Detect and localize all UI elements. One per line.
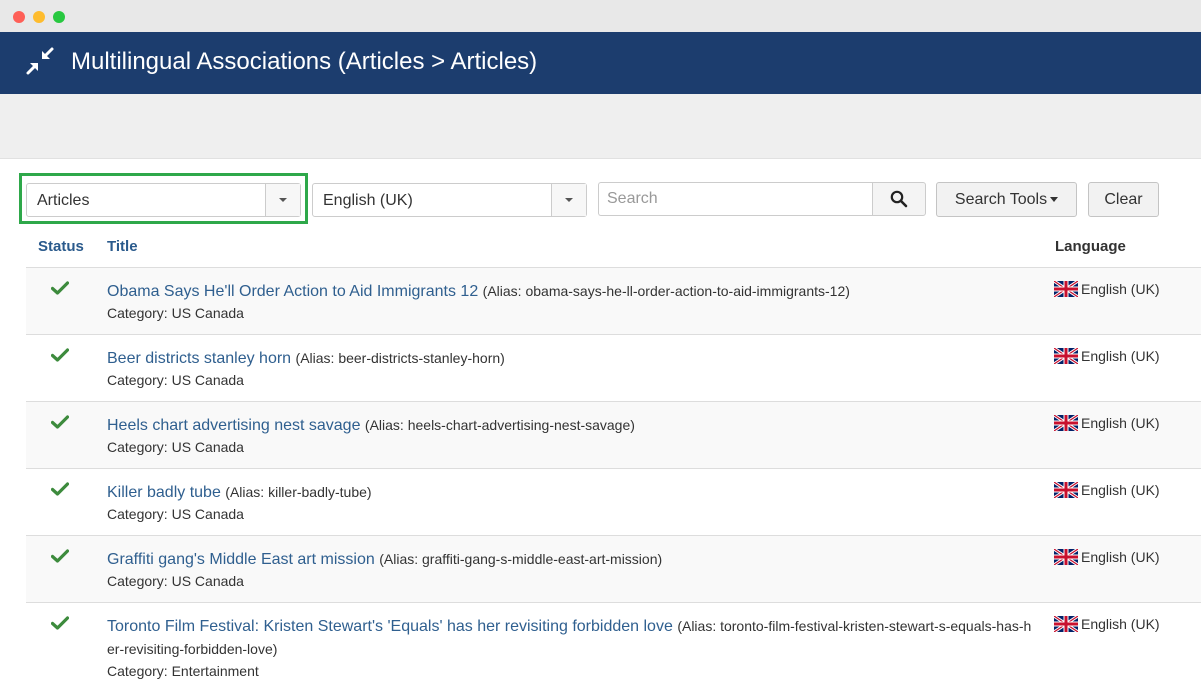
row-language-label: English (UK) [1081,281,1160,297]
clear-label: Clear [1104,191,1143,208]
uk-flag-icon [1054,549,1078,565]
compress-arrows-icon [26,47,54,75]
table-row: Obama Says He'll Order Action to Aid Imm… [26,268,1201,335]
article-category: Category: US Canada [107,439,244,455]
search-button[interactable] [872,182,926,216]
maximize-window-button[interactable] [53,11,65,23]
article-alias: (Alias: killer-badly-tube) [225,484,372,500]
uk-flag-icon [1054,281,1078,297]
table-row: Beer districts stanley horn (Alias: beer… [26,335,1201,402]
uk-flag-icon [1054,616,1078,632]
article-title-link[interactable]: Graffiti gang's Middle East art mission [107,551,375,568]
article-category: Category: US Canada [107,506,244,522]
table-row: Heels chart advertising nest savage (Ali… [26,402,1201,469]
article-category: Category: Entertainment [107,663,259,679]
row-language-label: English (UK) [1081,348,1160,364]
article-title-link[interactable]: Beer districts stanley horn [107,350,291,367]
article-alias: (Alias: beer-districts-stanley-horn) [295,350,505,366]
search-tools-label: Search Tools [954,191,1048,208]
article-category: Category: US Canada [107,573,244,589]
language-dropdown-toggle[interactable] [551,184,586,216]
published-check-icon[interactable] [51,415,69,429]
row-title-cell: Toronto Film Festival: Kristen Stewart's… [107,615,1035,661]
article-title-link[interactable]: Killer badly tube [107,484,221,501]
uk-flag-icon [1054,415,1078,431]
article-alias: (Alias: obama-says-he-ll-order-action-to… [482,283,850,299]
caret-down-icon [1050,197,1059,202]
article-title-link[interactable]: Obama Says He'll Order Action to Aid Imm… [107,283,478,300]
row-language: English (UK) [1054,548,1160,566]
row-language-label: English (UK) [1081,616,1160,632]
table-row: Killer badly tube (Alias: killer-badly-t… [26,469,1201,536]
row-language: English (UK) [1054,280,1160,298]
uk-flag-icon [1054,348,1078,364]
search-tools-button[interactable]: Search Tools [936,182,1077,217]
table-row: Graffiti gang's Middle East art mission … [26,536,1201,603]
item-type-dropdown-toggle[interactable] [265,184,300,216]
row-language: English (UK) [1054,481,1160,499]
page-title: Multilingual Associations (Articles > Ar… [71,48,538,75]
chevron-down-icon [279,198,287,202]
article-title-link[interactable]: Heels chart advertising nest savage [107,417,360,434]
row-title-cell: Killer badly tube (Alias: killer-badly-t… [107,481,1035,504]
row-title-cell: Graffiti gang's Middle East art mission … [107,548,1035,571]
minimize-window-button[interactable] [33,11,45,23]
row-language: English (UK) [1054,615,1160,633]
item-type-select[interactable]: Articles [26,183,301,217]
clear-button[interactable]: Clear [1088,182,1159,217]
chevron-down-icon [565,198,573,202]
row-language-label: English (UK) [1081,415,1160,431]
article-title-link[interactable]: Toronto Film Festival: Kristen Stewart's… [107,618,673,635]
row-language-label: English (UK) [1081,549,1160,565]
item-type-select-value: Articles [37,192,90,209]
close-window-button[interactable] [13,11,25,23]
language-column-header: Language [1055,238,1126,255]
toolbar [0,94,1201,159]
row-title-cell: Beer districts stanley horn (Alias: beer… [107,347,1035,370]
row-language: English (UK) [1054,414,1160,432]
published-check-icon[interactable] [51,549,69,563]
title-column-header[interactable]: Title [107,238,138,256]
language-select[interactable]: English (UK) [312,183,587,217]
row-title-cell: Obama Says He'll Order Action to Aid Imm… [107,280,1035,303]
published-check-icon[interactable] [51,482,69,496]
row-language: English (UK) [1054,347,1160,365]
search-icon [890,190,908,208]
row-language-label: English (UK) [1081,482,1160,498]
published-check-icon[interactable] [51,348,69,362]
article-category: Category: US Canada [107,305,244,321]
status-column-header[interactable]: Status [38,238,84,256]
search-input[interactable] [598,182,873,216]
table-row: Toronto Film Festival: Kristen Stewart's… [26,603,1201,686]
row-title-cell: Heels chart advertising nest savage (Ali… [107,414,1035,437]
window-titlebar [0,0,1201,32]
uk-flag-icon [1054,482,1078,498]
published-check-icon[interactable] [51,281,69,295]
page-header: Multilingual Associations (Articles > Ar… [0,32,1201,94]
published-check-icon[interactable] [51,616,69,630]
article-alias: (Alias: heels-chart-advertising-nest-sav… [364,417,635,433]
language-select-value: English (UK) [323,192,413,209]
article-category: Category: US Canada [107,372,244,388]
article-alias: (Alias: graffiti-gang-s-middle-east-art-… [379,551,663,567]
